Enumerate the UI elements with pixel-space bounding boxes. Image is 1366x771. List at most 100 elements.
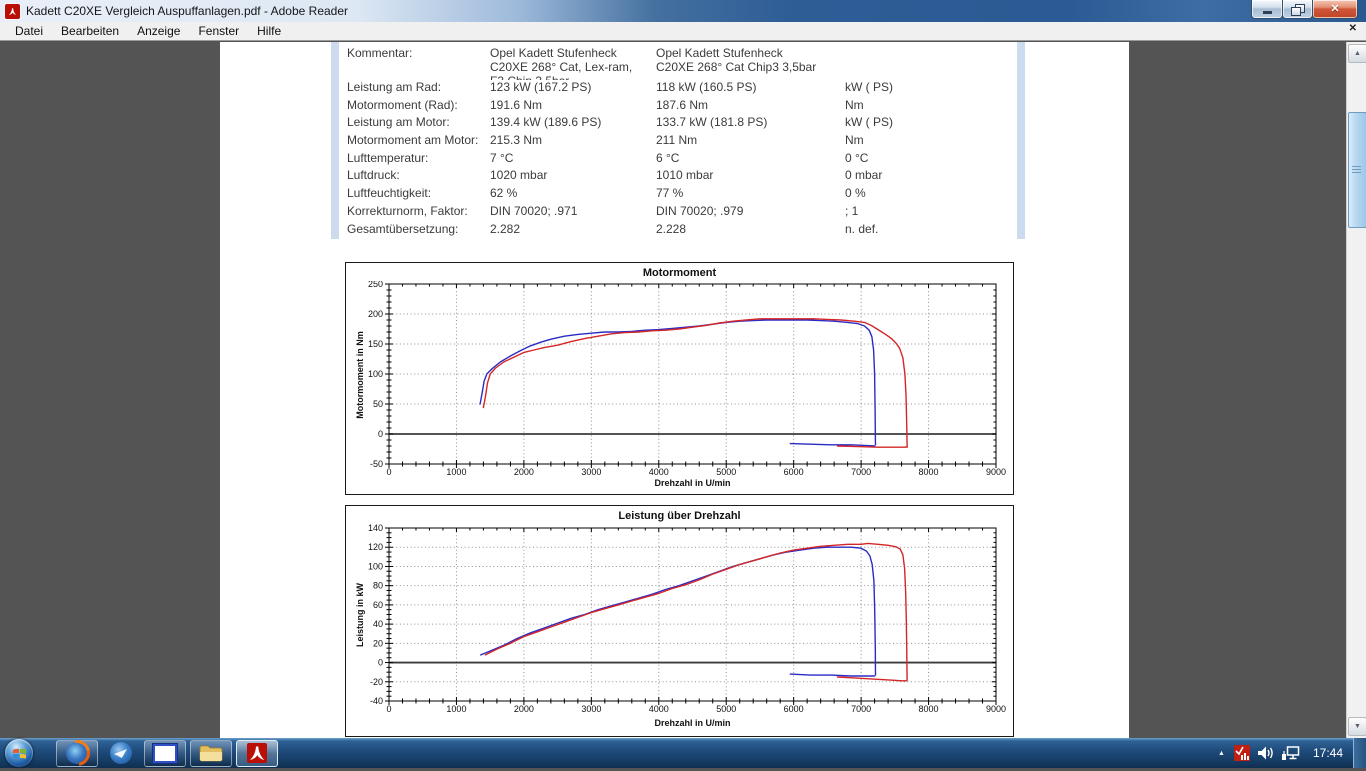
pdf-page: Kommentar: Opel Kadett Stufenheck C20XE …: [220, 42, 1129, 738]
table-row: Lufttemperatur:7 °C6 °C0 °C: [220, 151, 1129, 169]
tick-label: 6000: [784, 467, 804, 477]
close-button[interactable]: ✕: [1312, 0, 1358, 19]
kommentar-label: Kommentar:: [347, 46, 412, 60]
menu-anzeige[interactable]: Anzeige: [128, 22, 189, 40]
taskbar-thunderbird-button[interactable]: [102, 740, 140, 767]
tick-label: 0: [378, 658, 383, 668]
tick-label: 4000: [649, 704, 669, 714]
table-cell: Nm: [845, 98, 864, 112]
table-cell: 7 °C: [490, 151, 513, 165]
scroll-down-button[interactable]: ▼: [1348, 717, 1366, 736]
table-cell: 62 %: [490, 186, 517, 200]
tick-label: 1000: [446, 704, 466, 714]
table-cell: 77 %: [656, 186, 683, 200]
menu-fenster[interactable]: Fenster: [189, 22, 248, 40]
power-chart-title: Leistung über Drehzahl: [346, 510, 1013, 522]
show-hidden-icons-button[interactable]: ▲: [1218, 750, 1225, 757]
scrollbar-thumb[interactable]: [1348, 112, 1366, 228]
torque-blue-curve: [790, 444, 874, 446]
taskbar-buttons: [56, 738, 278, 768]
thunderbird-icon: [110, 742, 132, 764]
table-cell: Korrekturnorm, Faktor:: [347, 204, 468, 218]
power-blue-curve: [481, 547, 876, 675]
table-row: Motormoment am Motor:215.3 Nm211 NmNm: [220, 133, 1129, 151]
power-y-axis-label: Leistung in kW: [355, 583, 365, 647]
tick-label: 40: [373, 619, 383, 629]
tick-label: 7000: [851, 704, 871, 714]
table-cell: Gesamtübersetzung:: [347, 222, 458, 236]
tray-dyno-app-icon[interactable]: [1234, 745, 1250, 761]
tick-label: -20: [370, 677, 383, 687]
volume-icon[interactable]: [1257, 745, 1274, 761]
tick-label: 8000: [919, 467, 939, 477]
menu-hilfe[interactable]: Hilfe: [248, 22, 290, 40]
table-row: Leistung am Motor:139.4 kW (189.6 PS)133…: [220, 115, 1129, 133]
taskbar-clock[interactable]: 17:44: [1313, 746, 1343, 760]
system-tray: ▲ 17:44: [1218, 738, 1366, 768]
table-cell: 6 °C: [656, 151, 679, 165]
vertical-scrollbar[interactable]: ▲ ▼: [1346, 42, 1366, 738]
minimize-icon: [1263, 11, 1272, 14]
adobe-logo-icon: [7, 6, 18, 17]
torque-chart-canvas: 0100020003000400050006000700080009000-50…: [346, 281, 1015, 495]
table-cell: 2.228: [656, 222, 686, 236]
tick-label: -40: [370, 696, 383, 706]
power-red-curve: [485, 543, 907, 680]
table-cell: Luftfeuchtigkeit:: [347, 186, 431, 200]
table-cell: ; 1: [845, 204, 858, 218]
tick-label: 20: [373, 638, 383, 648]
menu-bar: Datei Bearbeiten Anzeige Fenster Hilfe ✕: [0, 22, 1366, 41]
table-cell: 2.282: [490, 222, 520, 236]
window-app-icon: [153, 744, 177, 763]
table-cell: DIN 70020; .979: [656, 204, 743, 218]
table-cell: DIN 70020; .971: [490, 204, 577, 218]
tick-label: 0: [386, 704, 391, 714]
taskbar-window-app-button[interactable]: [144, 740, 186, 767]
tick-label: 6000: [784, 704, 804, 714]
table-cell: Motormoment (Rad):: [347, 98, 458, 112]
table-cell: kW ( PS): [845, 80, 893, 94]
table-cell: Luftdruck:: [347, 168, 400, 182]
tick-label: 9000: [986, 704, 1006, 714]
document-area: Kommentar: Opel Kadett Stufenheck C20XE …: [0, 42, 1366, 738]
taskbar-explorer-button[interactable]: [190, 740, 232, 767]
table-rows: Leistung am Rad: 123 kW (167.2 PS) 118 kW …: [220, 80, 1129, 239]
table-cell: 118 kW (160.5 PS): [656, 80, 757, 94]
firefox-icon: [66, 742, 88, 764]
menu-datei[interactable]: Datei: [6, 22, 52, 40]
kommentar-run1-line1: Opel Kadett Stufenheck: [490, 46, 617, 60]
adobe-reader-icon: [5, 4, 20, 19]
taskbar-adobe-reader-button[interactable]: [236, 740, 278, 767]
show-desktop-button[interactable]: [1353, 738, 1366, 768]
tick-label: 100: [368, 561, 383, 571]
menu-bearbeiten[interactable]: Bearbeiten: [52, 22, 128, 40]
scroll-up-button[interactable]: ▲: [1348, 44, 1366, 63]
tick-label: 5000: [716, 467, 736, 477]
table-cell: 191.6 Nm: [490, 98, 542, 112]
minimize-button[interactable]: [1251, 0, 1283, 19]
tick-label: -50: [370, 459, 383, 469]
desktop: { "window": { "title": "Kadett C20XE Ver…: [0, 0, 1366, 768]
restore-button[interactable]: [1282, 0, 1313, 19]
taskbar-firefox-button[interactable]: [56, 740, 98, 767]
table-cell: 123 kW (167.2 PS): [490, 80, 591, 94]
table-cell: 1020 mbar: [490, 168, 547, 182]
tick-label: 5000: [716, 704, 736, 714]
table-row: Motormoment (Rad):191.6 Nm187.6 NmNm: [220, 98, 1129, 116]
table-cell: Leistung am Rad:: [347, 80, 441, 94]
tick-label: 9000: [986, 467, 1006, 477]
torque-chart-title: Motormoment: [346, 267, 1013, 279]
power-chart: Leistung über Drehzahl 01000200030004000…: [345, 505, 1014, 737]
start-button[interactable]: [5, 739, 33, 767]
adobe-reader-taskbar-icon: [246, 742, 268, 764]
table-cell: 0 °C: [845, 151, 868, 165]
close-document-icon[interactable]: ✕: [1349, 24, 1357, 34]
torque-red-curve: [483, 319, 907, 447]
tick-label: 60: [373, 600, 383, 610]
title-bar[interactable]: Kadett C20XE Vergleich Auspuffanlagen.pd…: [0, 0, 1366, 23]
table-cell: 215.3 Nm: [490, 133, 542, 147]
close-icon: ✕: [1330, 4, 1339, 15]
table-cell: Nm: [845, 133, 864, 147]
network-icon[interactable]: [1281, 745, 1300, 761]
power-blue-curve: [790, 674, 874, 676]
